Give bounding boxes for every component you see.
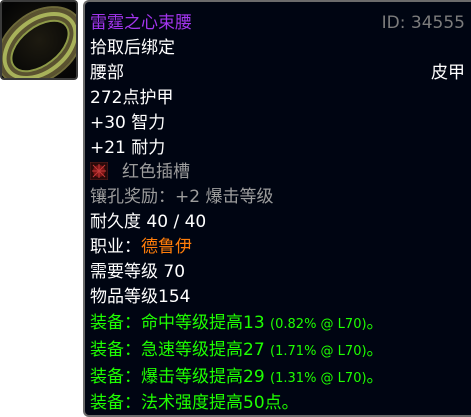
equip-suffix: 。 (366, 367, 384, 387)
equip-effect: 装备：命中等级提高13 (0.82% @ L70)。 (90, 311, 465, 335)
item-level: 物品等级154 (90, 287, 191, 307)
item-name: 雷霆之心束腰 (90, 13, 192, 33)
required-level: 需要等级 70 (90, 262, 186, 282)
slot-row: 腰部 皮甲 (90, 61, 465, 85)
equip-effect: 装备：爆击等级提高29 (1.31% @ L70)。 (90, 365, 465, 389)
equip-prefix: 装备： (90, 313, 141, 333)
equip-text: 急速等级提高27 (141, 340, 265, 360)
equip-detail: (1.31% @ L70) (270, 371, 367, 386)
item-id: ID: 34555 (381, 13, 465, 33)
stat-stamina: +21 耐力 (90, 138, 166, 158)
belt-icon (2, 2, 76, 78)
class-value: 德鲁伊 (141, 237, 192, 257)
armor-value: 272点护甲 (90, 88, 174, 108)
item-tooltip: 雷霆之心束腰 ID: 34555 拾取后绑定 腰部 皮甲 272点护甲 +30 … (83, 0, 471, 417)
stat-intellect: +30 智力 (90, 113, 166, 133)
class-label: 职业： (90, 237, 141, 257)
class-row: 职业：德鲁伊 (90, 235, 465, 259)
equip-suffix: 。 (366, 340, 384, 360)
socket-bonus: 镶孔奖励：+2 爆击等级 (90, 187, 274, 207)
equip-detail: (1.71% @ L70) (270, 344, 367, 359)
durability: 耐久度 40 / 40 (90, 212, 207, 232)
red-socket-icon (89, 161, 109, 181)
equip-detail: (0.82% @ L70) (270, 317, 367, 332)
armor-type: 皮甲 (431, 63, 465, 83)
item-slot: 腰部 (90, 63, 124, 83)
equip-effect: 装备：法术强度提高50点。 (90, 391, 465, 415)
equip-prefix: 装备： (90, 367, 141, 387)
equip-prefix: 装备： (90, 393, 141, 413)
bind-type: 拾取后绑定 (90, 38, 175, 58)
equip-prefix: 装备： (90, 340, 141, 360)
equip-effect: 装备：急速等级提高27 (1.71% @ L70)。 (90, 338, 465, 362)
equip-text: 命中等级提高13 (141, 313, 265, 333)
item-belt-icon[interactable] (0, 0, 78, 80)
equip-suffix: 。 (366, 313, 384, 333)
equip-text: 爆击等级提高29 (141, 367, 265, 387)
item-name-row: 雷霆之心束腰 ID: 34555 (90, 11, 465, 35)
socket-label: 红色插槽 (122, 162, 190, 182)
socket-row: 红色插槽 (89, 160, 465, 184)
equip-text: 法术强度提高50点。 (141, 393, 299, 413)
